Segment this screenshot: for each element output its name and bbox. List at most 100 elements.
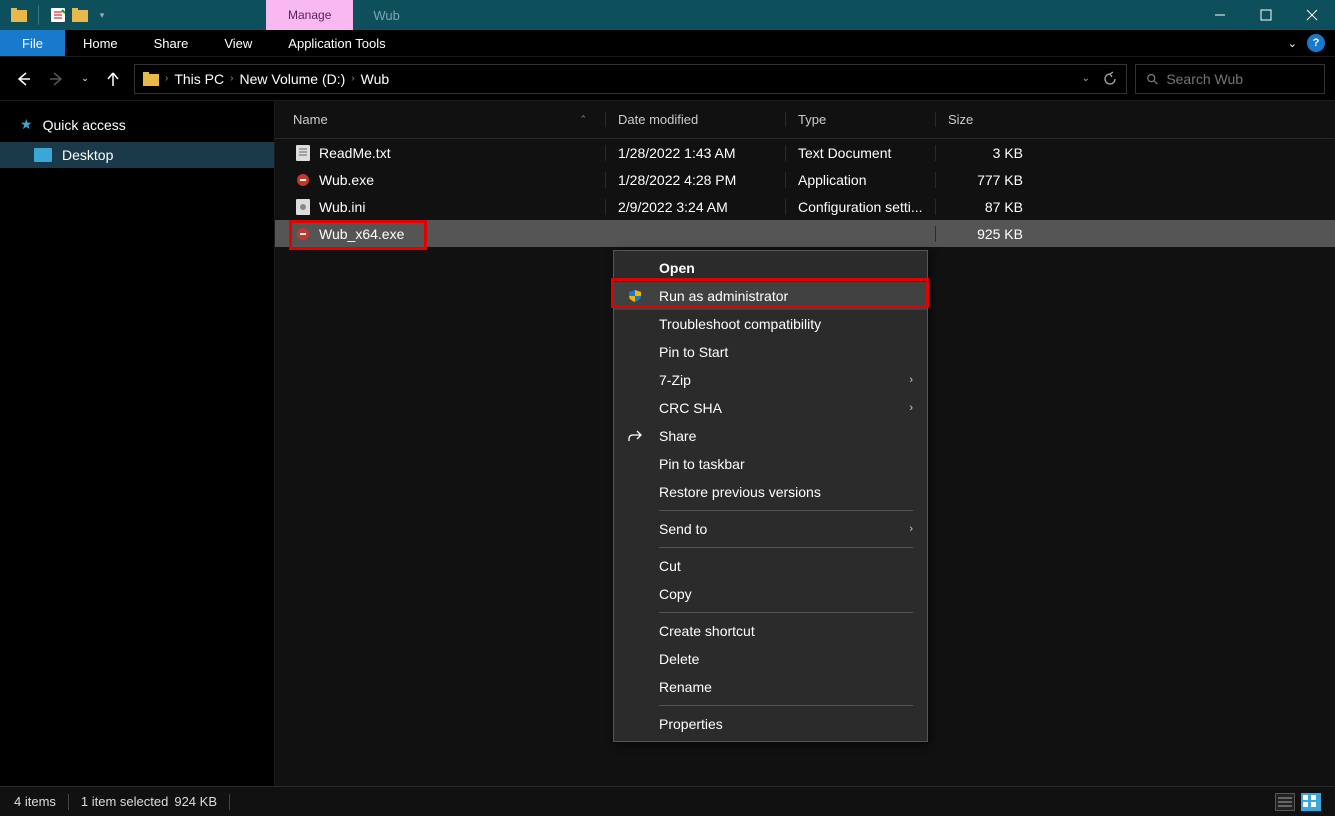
file-type: Configuration setti... [785, 199, 935, 215]
ctx-restore[interactable]: Restore previous versions [614, 478, 927, 506]
up-button[interactable] [100, 66, 126, 92]
breadcrumb-volume[interactable]: New Volume (D:) [239, 71, 345, 87]
status-size: 924 KB [174, 794, 217, 809]
column-size[interactable]: Size [935, 112, 1035, 127]
address-dropdown-icon[interactable]: ⌄ [1082, 73, 1090, 84]
statusbar: 4 items 1 item selected 924 KB [0, 786, 1335, 816]
sidebar-label: Desktop [62, 147, 113, 163]
text-file-icon [295, 145, 311, 161]
file-name: Wub.ini [319, 199, 365, 215]
separator [229, 794, 230, 810]
ctx-pin-start[interactable]: Pin to Start [614, 338, 927, 366]
file-date: 1/28/2022 1:43 AM [605, 145, 785, 161]
chevron-right-icon[interactable]: › [230, 73, 233, 84]
forward-button[interactable] [44, 66, 70, 92]
exe-file-icon [295, 226, 311, 242]
folder-icon[interactable] [10, 6, 28, 24]
navbar: ⌄ › This PC › New Volume (D:) › Wub ⌄ [0, 57, 1335, 101]
chevron-right-icon[interactable]: › [165, 73, 168, 84]
new-folder-qat-icon[interactable] [71, 6, 89, 24]
column-type[interactable]: Type [785, 112, 935, 127]
column-name[interactable]: Name⌃ [275, 112, 605, 127]
exe-file-icon [295, 172, 311, 188]
refresh-icon[interactable] [1102, 71, 1118, 87]
column-headers: Name⌃ Date modified Type Size [275, 101, 1335, 139]
ctx-crc-sha[interactable]: CRC SHA› [614, 394, 927, 422]
chevron-right-icon: › [909, 523, 913, 535]
ribbon-collapse-icon[interactable]: ⌄ [1288, 37, 1297, 50]
separator [659, 547, 913, 548]
help-icon[interactable]: ? [1307, 34, 1325, 52]
search-input[interactable] [1166, 71, 1314, 87]
tab-share[interactable]: Share [136, 30, 207, 56]
breadcrumb-this-pc[interactable]: This PC [174, 71, 224, 87]
separator [659, 510, 913, 511]
file-name: ReadMe.txt [319, 145, 391, 161]
file-menu[interactable]: File [0, 30, 65, 56]
file-size: 3 KB [935, 145, 1035, 161]
chevron-right-icon: › [909, 402, 913, 414]
tab-application-tools[interactable]: Application Tools [270, 30, 403, 56]
ctx-7zip[interactable]: 7-Zip› [614, 366, 927, 394]
ctx-run-admin[interactable]: Run as administrator [614, 282, 927, 310]
history-dropdown-icon[interactable]: ⌄ [78, 66, 92, 92]
ctx-pin-taskbar[interactable]: Pin to taskbar [614, 450, 927, 478]
status-item-count: 4 items [14, 794, 56, 809]
ctx-troubleshoot[interactable]: Troubleshoot compatibility [614, 310, 927, 338]
window-title: Wub [373, 8, 400, 23]
separator [659, 705, 913, 706]
file-row[interactable]: Wub.ini 2/9/2022 3:24 AM Configuration s… [275, 193, 1335, 220]
file-type: Text Document [785, 145, 935, 161]
sidebar-quick-access[interactable]: ★ Quick access [0, 111, 274, 138]
tab-home[interactable]: Home [65, 30, 136, 56]
ctx-create-shortcut[interactable]: Create shortcut [614, 617, 927, 645]
file-row-selected[interactable]: Wub_x64.exe 925 KB [275, 220, 1335, 247]
column-date[interactable]: Date modified [605, 112, 785, 127]
tab-view[interactable]: View [206, 30, 270, 56]
ctx-copy[interactable]: Copy [614, 580, 927, 608]
search-icon [1146, 72, 1158, 86]
file-size: 777 KB [935, 172, 1035, 188]
folder-icon [143, 72, 159, 86]
sidebar: ★ Quick access Desktop [0, 101, 275, 786]
file-date: 1/28/2022 4:28 PM [605, 172, 785, 188]
separator [68, 794, 69, 810]
ini-file-icon [295, 199, 311, 215]
ribbon: File Home Share View Application Tools ⌄… [0, 30, 1335, 57]
file-name: Wub.exe [319, 172, 374, 188]
desktop-icon [34, 148, 52, 162]
chevron-right-icon: › [909, 374, 913, 386]
details-view-button[interactable] [1275, 793, 1295, 811]
breadcrumb-wub[interactable]: Wub [361, 71, 390, 87]
chevron-right-icon[interactable]: › [351, 73, 354, 84]
maximize-button[interactable] [1243, 0, 1289, 30]
file-size: 87 KB [935, 199, 1035, 215]
thumbnails-view-button[interactable] [1301, 793, 1321, 811]
ctx-share[interactable]: Share [614, 422, 927, 450]
search-box[interactable] [1135, 64, 1325, 94]
qat-dropdown-icon[interactable]: ▾ [93, 6, 111, 24]
ctx-rename[interactable]: Rename [614, 673, 927, 701]
properties-qat-icon[interactable] [49, 6, 67, 24]
sidebar-label: Quick access [43, 117, 126, 133]
file-row[interactable]: Wub.exe 1/28/2022 4:28 PM Application 77… [275, 166, 1335, 193]
titlebar: ▾ Manage Wub [0, 0, 1335, 30]
back-button[interactable] [10, 66, 36, 92]
ctx-delete[interactable]: Delete [614, 645, 927, 673]
ctx-properties[interactable]: Properties [614, 710, 927, 738]
close-button[interactable] [1289, 0, 1335, 30]
address-bar[interactable]: › This PC › New Volume (D:) › Wub ⌄ [134, 64, 1127, 94]
separator [38, 5, 39, 25]
ctx-cut[interactable]: Cut [614, 552, 927, 580]
ctx-open[interactable]: Open [614, 254, 927, 282]
file-type: Application [785, 172, 935, 188]
file-date: 2/9/2022 3:24 AM [605, 199, 785, 215]
ctx-send-to[interactable]: Send to› [614, 515, 927, 543]
separator [659, 612, 913, 613]
shield-icon [626, 287, 644, 305]
manage-tab[interactable]: Manage [266, 0, 353, 30]
share-icon [626, 427, 644, 445]
file-row[interactable]: ReadMe.txt 1/28/2022 1:43 AM Text Docume… [275, 139, 1335, 166]
minimize-button[interactable] [1197, 0, 1243, 30]
sidebar-desktop[interactable]: Desktop [0, 142, 274, 168]
